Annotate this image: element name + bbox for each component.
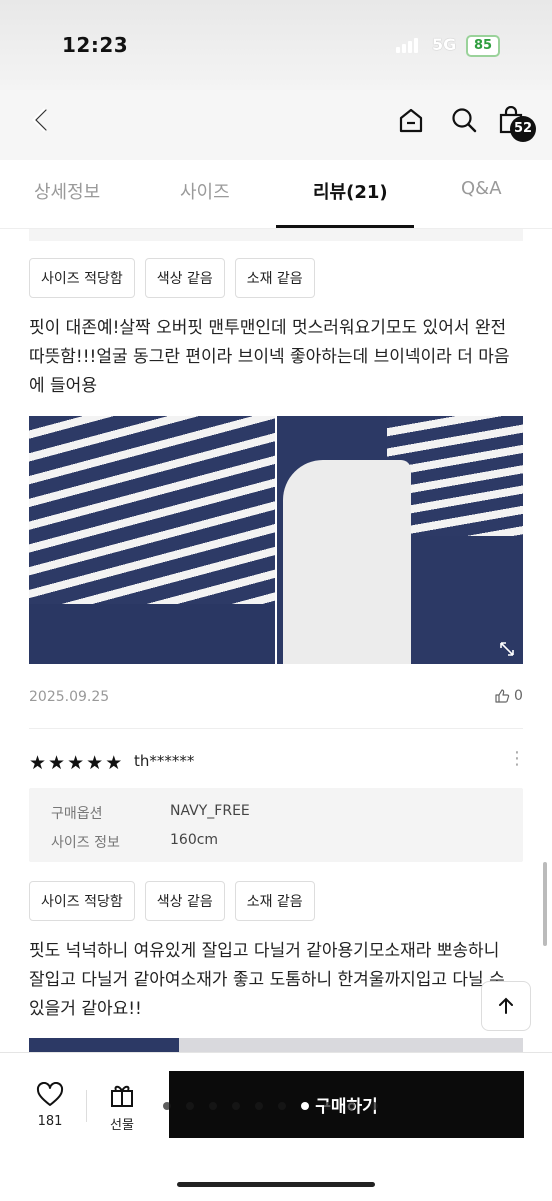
star-icon: ★: [105, 752, 123, 774]
tag-material-match: 소재 같음: [234, 881, 315, 921]
option-value-purchase: NAVY_FREE: [170, 803, 250, 819]
bottom-separator: [86, 1090, 87, 1122]
star-icon: ★: [67, 752, 85, 774]
review1-like-button[interactable]: 0: [494, 688, 523, 704]
option-key-purchase: 구매옵션: [51, 806, 103, 822]
gift-button[interactable]: 선물: [100, 1082, 144, 1133]
review2-tags: 사이즈 적당함 색상 같음 소재 같음: [29, 881, 315, 921]
review2-rating: ★ ★ ★ ★ ★: [29, 752, 122, 774]
expand-icon[interactable]: [498, 640, 516, 658]
tag-color-match: 색상 같음: [144, 258, 225, 298]
scrollbar-thumb[interactable]: [543, 862, 547, 946]
review2-reviewer: th******: [134, 752, 195, 770]
tag-size-fit: 사이즈 적당함: [29, 881, 135, 921]
star-icon: ★: [48, 752, 66, 774]
scroll-to-top-button[interactable]: [481, 981, 531, 1031]
review1-like-count: 0: [514, 688, 523, 704]
prev-option-box-edge: [29, 229, 523, 241]
arrow-up-icon: [499, 997, 513, 1014]
home-icon: [399, 108, 423, 133]
page-dot: [186, 1102, 194, 1110]
status-bar: 12:23 5G 85: [0, 0, 552, 90]
cart-count-badge: 52: [510, 116, 536, 142]
review2-photo-strip[interactable]: [29, 1038, 523, 1052]
search-button[interactable]: [448, 104, 480, 136]
tab-size[interactable]: 사이즈: [180, 178, 230, 204]
page-dot: [232, 1102, 240, 1110]
wishlist-button[interactable]: 181: [26, 1081, 74, 1129]
page-dot: [209, 1102, 217, 1110]
back-arrow-icon: [31, 108, 47, 132]
page-dot: [370, 1102, 378, 1110]
page-indicator-dots: [163, 1102, 378, 1110]
network-label: 5G: [432, 35, 457, 54]
home-indicator[interactable]: [177, 1182, 375, 1187]
review-divider: [29, 728, 523, 729]
tab-bar: 상세정보 사이즈 리뷰(21) Q&A: [0, 160, 552, 229]
heart-icon: [36, 1081, 64, 1106]
search-icon: [452, 108, 477, 133]
signal-icon: [396, 38, 418, 53]
tag-size-fit: 사이즈 적당함: [29, 258, 135, 298]
tag-material-match: 소재 같음: [234, 258, 315, 298]
back-button[interactable]: [24, 103, 58, 137]
gift-label: 선물: [110, 1118, 134, 1133]
review1-photo-2[interactable]: [277, 416, 523, 664]
status-time: 12:23: [62, 33, 129, 57]
page-dot: [324, 1102, 332, 1110]
battery-indicator: 85: [466, 35, 500, 57]
tab-qna[interactable]: Q&A: [461, 178, 502, 199]
more-options-icon[interactable]: ⋮: [508, 748, 526, 769]
page-dot: [163, 1102, 171, 1110]
gift-icon: [111, 1085, 133, 1107]
option-key-size: 사이즈 정보: [51, 835, 120, 851]
review2-option-box: 구매옵션 NAVY_FREE 사이즈 정보 160cm: [29, 788, 523, 862]
review1-tags: 사이즈 적당함 색상 같음 소재 같음: [29, 258, 315, 298]
review2-text: 핏도 넉넉하니 여유있게 잘입고 다닐거 같아용기모소재라 뽀송하니 잘입고 다…: [29, 941, 505, 1019]
page-dot: [278, 1102, 286, 1110]
page-dot: [255, 1102, 263, 1110]
tab-reviews[interactable]: 리뷰(21): [313, 178, 388, 204]
review1-text: 핏이 대존예!살짝 오버핏 맨투맨인데 멋스러워요기모도 있어서 완전 따뜻함!…: [29, 318, 510, 396]
page-dot: [347, 1102, 355, 1110]
review1-date: 2025.09.25: [29, 689, 110, 705]
option-value-size: 160cm: [170, 832, 219, 848]
review1-photo-1[interactable]: [29, 416, 275, 664]
thumbs-up-icon: [495, 689, 510, 703]
star-icon: ★: [29, 752, 47, 774]
tag-color-match: 색상 같음: [144, 881, 225, 921]
wishlist-count: 181: [37, 1114, 63, 1129]
star-icon: ★: [86, 752, 104, 774]
active-tab-indicator: [276, 225, 414, 228]
page-dot-current: [301, 1102, 309, 1110]
home-button[interactable]: [395, 104, 427, 136]
tab-details[interactable]: 상세정보: [34, 178, 100, 204]
